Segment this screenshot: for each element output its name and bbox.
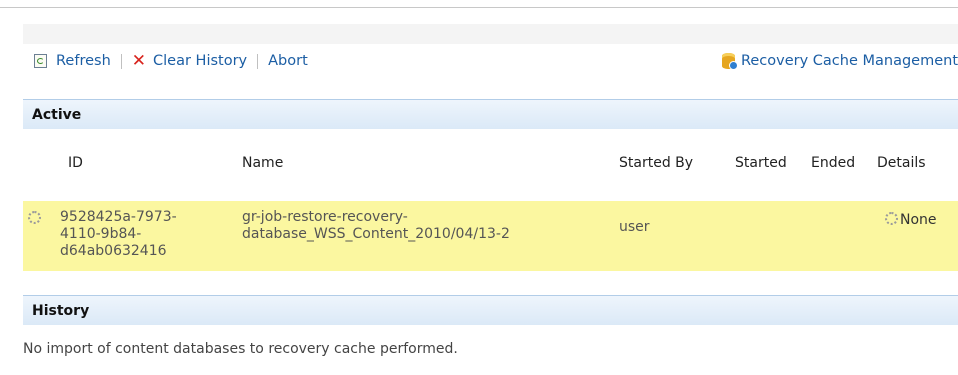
toolbar-band <box>23 24 958 44</box>
job-id: 9528425a-7973- 4110-9b84- d64ab0632416 <box>60 209 177 259</box>
abort-label: Abort <box>268 53 308 69</box>
column-ended: Ended <box>811 155 856 171</box>
active-section-header: Active <box>23 99 958 129</box>
toolbar-separator <box>120 53 122 69</box>
table-row[interactable]: 9528425a-7973- 4110-9b84- d64ab0632416 g… <box>23 201 958 271</box>
recovery-cache-management-button[interactable]: Recovery Cache Management <box>721 53 958 70</box>
clear-history-label: Clear History <box>153 53 248 69</box>
abort-button[interactable]: Abort <box>268 53 308 69</box>
clear-icon: ✕ <box>131 50 147 71</box>
history-section-header: History <box>23 295 958 325</box>
job-details: None <box>900 212 937 228</box>
recovery-cache-icon <box>721 53 738 70</box>
refresh-icon <box>34 54 47 68</box>
job-started-by: user <box>619 219 650 235</box>
history-section-title: History <box>32 302 90 319</box>
toolbar-separator <box>257 53 259 69</box>
active-section-title: Active <box>32 106 82 123</box>
refresh-button[interactable]: Refresh <box>23 53 111 69</box>
active-table-header: ID Name Started By Started Ended Details <box>23 155 958 175</box>
column-started-by: Started By <box>619 155 694 171</box>
history-empty-message: No import of content databases to recove… <box>23 341 458 357</box>
spinner-icon <box>28 211 41 224</box>
clear-history-button[interactable]: ✕ Clear History <box>131 50 248 71</box>
column-started: Started <box>735 155 787 171</box>
column-name: Name <box>242 155 284 171</box>
refresh-label: Refresh <box>56 53 111 69</box>
details-spinner-icon <box>885 212 898 225</box>
toolbar: Refresh ✕ Clear History Abort Recovery C… <box>23 44 958 78</box>
column-id: ID <box>68 155 83 171</box>
column-details: Details <box>877 155 926 171</box>
job-name: gr-job-restore-recovery- database_WSS_Co… <box>242 209 510 242</box>
top-divider <box>0 7 958 8</box>
recovery-cache-label: Recovery Cache Management <box>740 53 958 69</box>
